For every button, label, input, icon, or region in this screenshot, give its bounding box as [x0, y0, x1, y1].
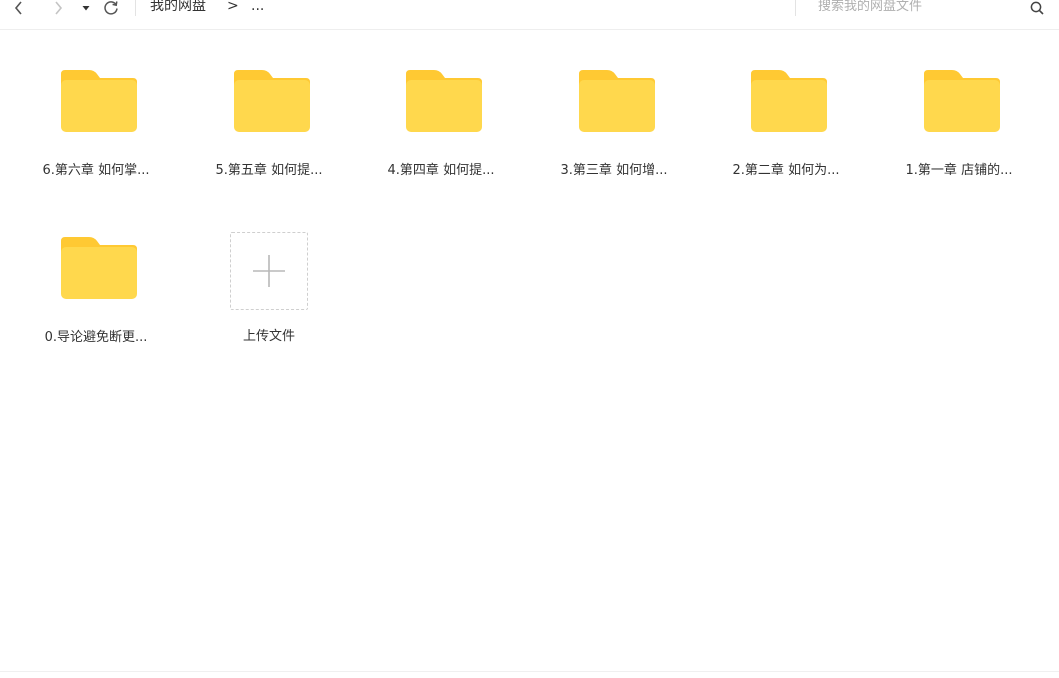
upload-label: 上传文件: [242, 329, 295, 344]
footer-divider: [0, 671, 1059, 672]
folder-item[interactable]: 5.第五章 如何提...: [194, 50, 344, 180]
upload-button[interactable]: [230, 232, 308, 310]
search-icon: [1030, 1, 1044, 15]
folder-item[interactable]: 0.导论避免断更...: [21, 217, 171, 347]
refresh-icon: [104, 1, 118, 15]
caret-down-icon: [82, 6, 90, 11]
folder-icon: [406, 70, 482, 132]
folder-name: 0.导论避免断更...: [44, 330, 148, 345]
breadcrumb-root[interactable]: 我的网盘: [150, 0, 206, 15]
search-input[interactable]: [818, 0, 1018, 16]
folder-icon: [924, 70, 1000, 132]
back-button[interactable]: [10, 0, 28, 16]
breadcrumb-more[interactable]: ...: [251, 0, 264, 15]
folder-icon: [61, 237, 137, 299]
toolbar-divider: [135, 0, 136, 16]
folder-name: 6.第六章 如何掌...: [42, 163, 150, 178]
search-button[interactable]: [1028, 0, 1046, 16]
chevron-right-icon: [55, 1, 63, 15]
folder-item[interactable]: 1.第一章 店铺的...: [884, 50, 1034, 180]
folder-item[interactable]: 6.第六章 如何掌...: [21, 50, 171, 180]
folder-name: 3.第三章 如何增...: [560, 163, 668, 178]
folder-icon: [579, 70, 655, 132]
folder-item[interactable]: 3.第三章 如何增...: [539, 50, 689, 180]
folder-icon: [61, 70, 137, 132]
folder-name: 4.第四章 如何提...: [387, 163, 495, 178]
refresh-button[interactable]: [102, 0, 120, 16]
chevron-left-icon: [14, 1, 22, 15]
folder-item[interactable]: 2.第二章 如何为...: [711, 50, 861, 180]
toolbar: 我的网盘 > ...: [0, 0, 1059, 30]
folder-icon: [751, 70, 827, 132]
folder-item[interactable]: 4.第四章 如何提...: [366, 50, 516, 180]
breadcrumb-separator: >: [227, 0, 239, 14]
folder-name: 5.第五章 如何提...: [215, 163, 323, 178]
history-dropdown-button[interactable]: [80, 0, 92, 16]
folder-name: 1.第一章 店铺的...: [905, 163, 1013, 178]
plus-icon: [253, 255, 285, 287]
folder-icon: [234, 70, 310, 132]
forward-button[interactable]: [49, 0, 67, 16]
folder-name: 2.第二章 如何为...: [732, 163, 840, 178]
search-divider: [795, 0, 796, 16]
